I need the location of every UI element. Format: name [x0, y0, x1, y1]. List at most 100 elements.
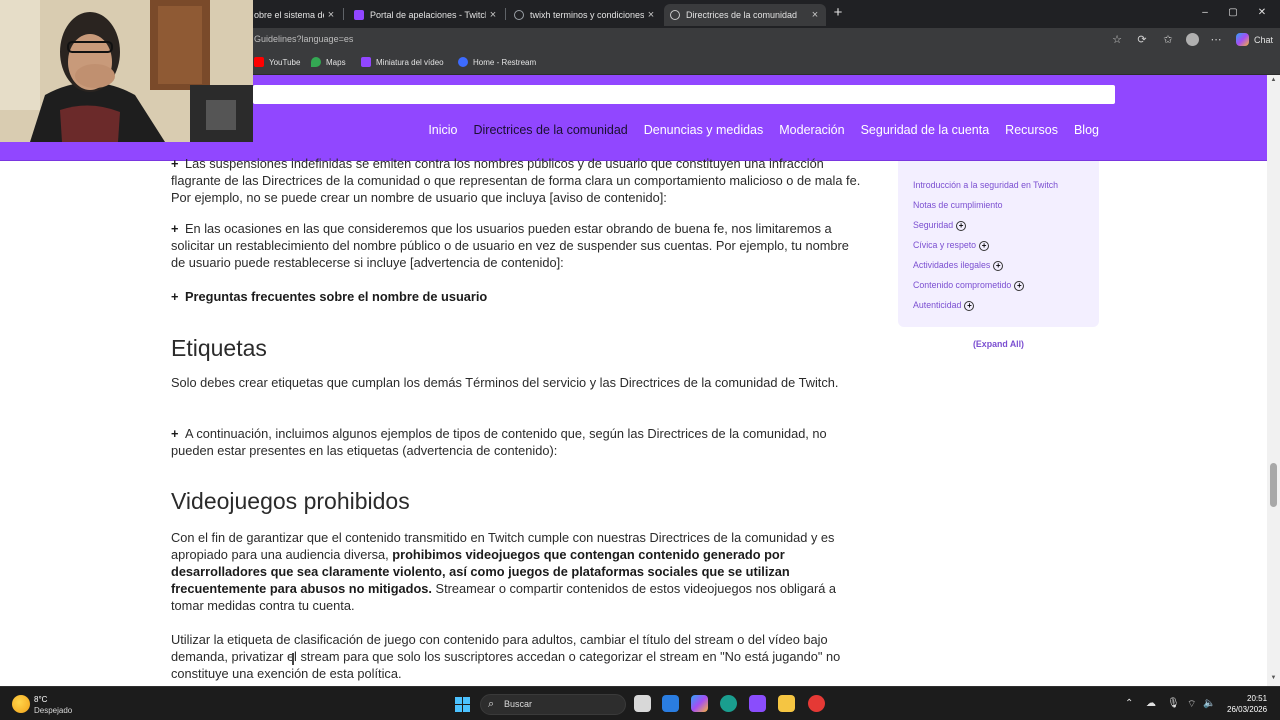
close-icon[interactable]: × [808, 9, 822, 21]
close-icon[interactable]: × [644, 9, 658, 21]
expand-icon[interactable]: + [171, 425, 185, 442]
sidebar-item-actividades[interactable]: Actividades ilegales + [913, 260, 1004, 271]
file-explorer-icon[interactable] [778, 695, 795, 712]
more-menu-icon[interactable]: ⋯ [1210, 34, 1222, 46]
nav-item-seguridad-cuenta[interactable]: Seguridad de la cuenta [861, 123, 990, 137]
window-close-button[interactable]: ✕ [1255, 6, 1269, 20]
webcam-overlay [0, 0, 253, 142]
expand-plus-icon[interactable]: + [993, 261, 1004, 271]
site-search-input[interactable] [253, 85, 1115, 104]
copilot-label: Chat [1254, 34, 1274, 45]
weather-sun-icon[interactable] [12, 695, 30, 713]
paragraph-etiquetas: Solo debes crear etiquetas que cumplan l… [171, 375, 839, 390]
scrollbar-thumb[interactable] [1270, 463, 1277, 507]
faq-toggle[interactable]: + Preguntas frecuentes sobre el nombre de… [171, 288, 866, 305]
sidebar-item-label: Cívica y respeto [913, 240, 977, 250]
tab-separator [343, 8, 344, 20]
clock-date[interactable]: 26/03/2026 [1227, 705, 1267, 714]
sidebar-item-label: Actividades ilegales [913, 260, 991, 270]
copilot-app-icon[interactable] [691, 695, 708, 712]
edge-icon[interactable] [720, 695, 737, 712]
paragraph-text: Las suspensiones indefinidas se emiten c… [171, 156, 861, 205]
windows-start-icon[interactable] [455, 697, 470, 712]
heading-etiquetas: Etiquetas [171, 335, 267, 361]
profile-avatar[interactable] [1186, 33, 1199, 46]
webcam-person-image [0, 0, 253, 142]
paragraph-banned-games: Con el fin de garantizar que el contenid… [171, 529, 866, 614]
tab-title: obre el sistema de ap [254, 10, 324, 20]
minimize-button[interactable]: – [1198, 6, 1212, 20]
sidebar-item-autenticidad[interactable]: Autenticidad + [913, 300, 975, 311]
expand-plus-icon[interactable]: + [979, 241, 990, 251]
copilot-chat-button[interactable]: Chat [1236, 33, 1273, 46]
close-icon[interactable]: × [486, 9, 500, 21]
expand-plus-icon[interactable]: + [1014, 281, 1025, 291]
scroll-down-icon[interactable]: ▼ [1270, 675, 1277, 681]
clock-time[interactable]: 20:51 [1247, 694, 1267, 703]
nav-item-inicio[interactable]: Inicio [428, 123, 457, 137]
paragraph-suspensions: + Las suspensiones indefinidas se emiten … [171, 155, 866, 206]
sidebar-item-civica[interactable]: Cívica y respeto + [913, 240, 990, 251]
close-icon[interactable]: × [324, 9, 338, 21]
bookmark-label: YouTube [269, 57, 301, 67]
scroll-up-icon[interactable]: ▲ [1270, 77, 1277, 83]
sidebar-item-contenido[interactable]: Contenido comprometido + [913, 280, 1025, 291]
nav-item-moderacion[interactable]: Moderación [779, 123, 844, 137]
weather-desc: Despejado [34, 706, 73, 715]
cloud-icon[interactable]: ☁ [1146, 698, 1156, 709]
favorites-icon[interactable]: ✩ [1162, 34, 1174, 46]
sidebar-item-introduccion[interactable]: Introducción a la seguridad en Twitch [913, 180, 1058, 190]
restream-icon [458, 57, 468, 67]
expand-icon[interactable]: + [171, 220, 185, 237]
browser-tab[interactable]: obre el sistema de ap × [248, 4, 342, 26]
store-icon[interactable] [662, 695, 679, 712]
youtube-icon [254, 57, 264, 67]
bookmark-maps[interactable]: Maps [311, 57, 346, 67]
search-placeholder: Buscar [504, 699, 533, 709]
faq-label: Preguntas frecuentes sobre el nombre de … [185, 289, 488, 304]
page-scrollbar[interactable]: ▲ ▼ [1267, 75, 1280, 686]
obs-icon[interactable] [808, 695, 825, 712]
url-field[interactable]: Guidelines?language=es [254, 34, 353, 44]
search-favicon-icon [514, 10, 524, 20]
maximize-button[interactable]: ▢ [1226, 6, 1240, 20]
bookmark-restream[interactable]: Home - Restream [458, 57, 536, 67]
expand-plus-icon[interactable]: + [956, 221, 967, 231]
sidebar-item-label: Introducción a la seguridad en Twitch [913, 180, 1059, 190]
sidebar-item-seguridad[interactable]: Seguridad + [913, 220, 967, 231]
nav-item-blog[interactable]: Blog [1074, 123, 1099, 137]
nav-item-denuncias[interactable]: Denuncias y medidas [644, 123, 764, 137]
tray-chevron-icon[interactable]: ⌃ [1125, 698, 1133, 709]
bookmark-miniatura[interactable]: Miniatura del vídeo [361, 57, 444, 67]
globe-icon [670, 10, 680, 20]
weather-temp: 8°C [34, 695, 48, 704]
app-icon[interactable] [749, 695, 766, 712]
browser-tab[interactable]: twixh terminos y condiciones - Co × [508, 4, 662, 26]
sidebar-item-notas[interactable]: Notas de cumplimiento [913, 200, 1002, 210]
microphone-icon[interactable]: 🎙 [1167, 698, 1180, 709]
browser-tab-active[interactable]: Directrices de la comunidad × [664, 4, 826, 26]
expand-all-link[interactable]: (Expand All) [973, 339, 1024, 349]
paragraph-tag-examples: + A continuación, incluimos algunos ejemp… [171, 425, 866, 459]
heading-videojuegos: Videojuegos prohibidos [171, 488, 410, 514]
bookmark-label: Maps [326, 57, 346, 67]
task-view-icon[interactable] [634, 695, 651, 712]
bookmark-youtube[interactable]: YouTube [254, 57, 300, 67]
extensions-icon[interactable]: ⟳ [1136, 34, 1148, 46]
paragraph-text: A continuación, incluimos algunos ejempl… [171, 426, 827, 458]
sidebar-item-label: Autenticidad [913, 300, 962, 310]
expand-icon[interactable]: + [171, 155, 185, 172]
bookmark-label: Miniatura del vídeo [376, 57, 444, 67]
nav-item-recursos[interactable]: Recursos [1005, 123, 1058, 137]
taskbar-search-input[interactable]: ⌕ Buscar [480, 694, 626, 715]
nav-item-directrices[interactable]: Directrices de la comunidad [474, 123, 628, 137]
sidebar-item-label: Contenido comprometido [913, 280, 1012, 290]
favorite-star-icon[interactable]: ☆ [1111, 34, 1123, 46]
text-cursor-icon [292, 653, 294, 665]
browser-tab[interactable]: Portal de apelaciones - Twitch × [348, 4, 504, 26]
expand-plus-icon[interactable]: + [964, 301, 975, 311]
tab-title: twixh terminos y condiciones - Co [530, 10, 644, 20]
volume-icon[interactable]: 🔈 [1203, 698, 1215, 709]
wifi-icon[interactable]: ⌔ [1187, 698, 1196, 711]
new-tab-button[interactable]: + [830, 5, 846, 21]
